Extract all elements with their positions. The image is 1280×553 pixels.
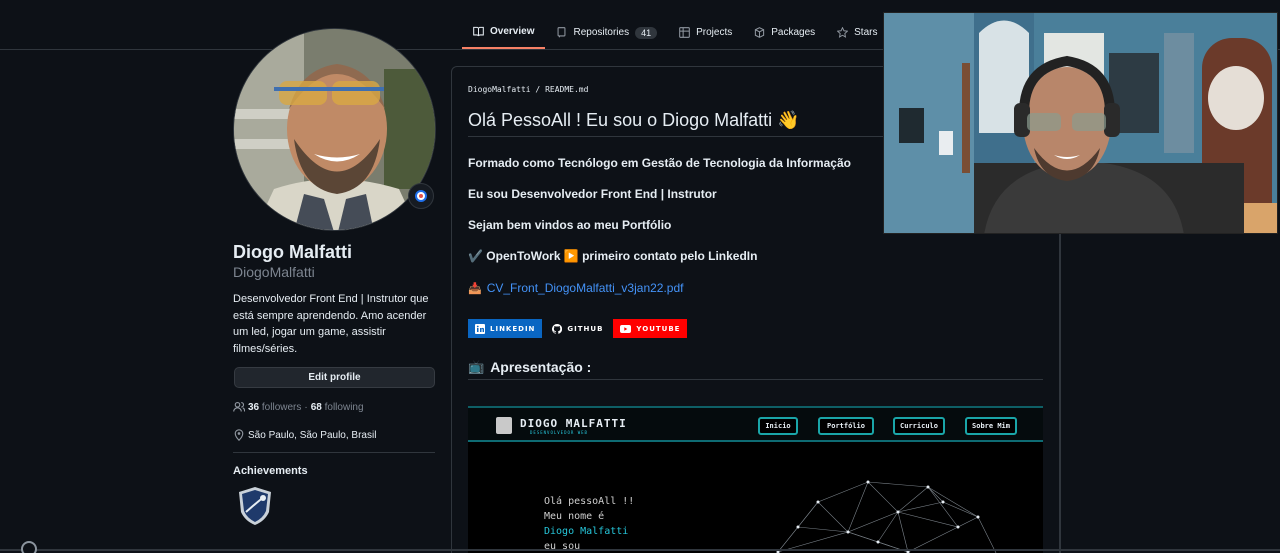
youtube-badge[interactable]: YOUTUBE	[613, 319, 688, 338]
tab-label: Stars	[854, 27, 878, 38]
youtube-icon	[620, 324, 632, 333]
followers-label: followers	[261, 401, 302, 413]
cv-link[interactable]: 📥 CV_Front_DiogoMalfatti_v3jan22.pdf	[468, 281, 683, 295]
followers-link[interactable]: 36 followers	[248, 402, 301, 413]
readme-path[interactable]: DiogoMalfatti / README.md	[468, 85, 588, 94]
star-icon	[837, 27, 849, 38]
section-title: Apresentação :	[490, 359, 592, 375]
achievements-title: Achievements	[233, 465, 308, 477]
location: São Paulo, São Paulo, Brasil	[233, 429, 376, 441]
preview-text-1: Olá pessoAll !!	[544, 496, 635, 507]
separator-dot: ·	[304, 401, 308, 413]
avatar-photo	[234, 29, 435, 230]
bottom-scrollbar[interactable]	[0, 549, 1280, 551]
edit-profile-button[interactable]: Edit profile	[234, 367, 435, 388]
preview-text-3: Diogo Malfatti	[544, 526, 629, 537]
repo-counter: 41	[635, 26, 658, 39]
followers-count: 36	[248, 401, 260, 413]
tab-packages[interactable]: Packages	[743, 16, 826, 49]
avatar[interactable]	[233, 28, 436, 231]
section-heading: 📺 Apresentação :	[468, 359, 591, 375]
scroll-handle[interactable]	[21, 541, 37, 553]
location-pin-icon	[234, 429, 244, 441]
network-globe-graphic	[776, 480, 997, 553]
preview-text-2: Meu nome é	[544, 511, 605, 522]
preview-subtitle: DESENVOLVEDOR WEB	[530, 430, 588, 435]
sidebar-divider	[1060, 234, 1061, 553]
badge-label: GITHUB	[567, 324, 604, 333]
status-badge[interactable]	[408, 183, 434, 209]
cv-link-text: CV_Front_DiogoMalfatti_v3jan22.pdf	[486, 281, 684, 295]
profile-username: DiogoMalfatti	[233, 264, 315, 280]
portfolio-preview[interactable]: DIOGO MALFATTI DESENVOLVEDOR WEB Inicio …	[468, 406, 1043, 553]
book-icon	[473, 26, 484, 37]
badge-label: YOUTUBE	[636, 324, 681, 333]
readme-title: Olá PessoAll ! Eu sou o Diogo Malfatti 👋	[468, 110, 800, 130]
package-icon	[755, 27, 765, 38]
following-label: following	[324, 401, 364, 413]
readme-line-4: ✔️ OpenToWork ▶️ primeiro contato pelo L…	[468, 249, 758, 263]
achievement-shield-icon	[239, 487, 271, 525]
follow-stats: 36 followers · 68 following	[233, 401, 364, 413]
target-icon	[415, 190, 427, 202]
tab-repositories[interactable]: Repositories 41	[545, 16, 668, 49]
webcam-overlay	[883, 12, 1278, 234]
preview-nav-portfolio: Portfólio	[818, 417, 874, 435]
tab-label: Packages	[771, 27, 816, 38]
tab-label: Projects	[696, 27, 733, 38]
table-icon	[679, 27, 690, 38]
location-text: São Paulo, São Paulo, Brasil	[248, 429, 377, 441]
profile-tabs: Overview Repositories 41 Projects Packag…	[462, 16, 917, 50]
readme-line-2: Eu sou Desenvolvedor Front End | Instrut…	[468, 187, 717, 201]
tab-overview[interactable]: Overview	[462, 16, 546, 49]
repo-icon	[558, 27, 566, 38]
profile-fullname: Diogo Malfatti	[233, 242, 352, 262]
following-count: 68	[310, 401, 322, 413]
preview-nav-sobre: Sobre Mim	[965, 417, 1017, 435]
github-icon	[552, 323, 563, 334]
webcam-feed	[884, 13, 1277, 233]
section-rule	[468, 379, 1043, 380]
preview-nav-curriculo: Curriculo	[893, 417, 945, 435]
tab-projects[interactable]: Projects	[668, 16, 743, 49]
github-badge[interactable]: GITHUB	[545, 319, 611, 338]
preview-logo-icon	[496, 417, 512, 434]
tab-label: Repositories	[573, 27, 630, 38]
tab-label: Overview	[490, 26, 535, 37]
badge-label: LINKEDIN	[490, 324, 536, 333]
preview-name: DIOGO MALFATTI	[520, 417, 627, 430]
divider	[233, 452, 435, 453]
following-link[interactable]: 68 following	[311, 402, 364, 413]
inbox-tray-icon: 📥	[468, 282, 482, 295]
readme-line-1: Formado como Tecnólogo em Gestão de Tecn…	[468, 156, 851, 170]
linkedin-icon	[475, 323, 485, 334]
linkedin-badge[interactable]: LINKEDIN	[468, 319, 543, 338]
television-icon: 📺	[468, 359, 485, 374]
preview-nav-inicio: Inicio	[758, 417, 798, 435]
readme-line-3: Sejam bem vindos ao meu Portfólio	[468, 218, 672, 232]
profile-bio: Desenvolvedor Front End | Instrutor que …	[233, 293, 429, 355]
achievement-badge[interactable]	[237, 486, 273, 531]
preview-header: DIOGO MALFATTI DESENVOLVEDOR WEB Inicio …	[468, 406, 1043, 442]
people-icon	[233, 401, 245, 412]
social-badges: LINKEDIN GITHUB YOUTUBE	[468, 319, 688, 338]
